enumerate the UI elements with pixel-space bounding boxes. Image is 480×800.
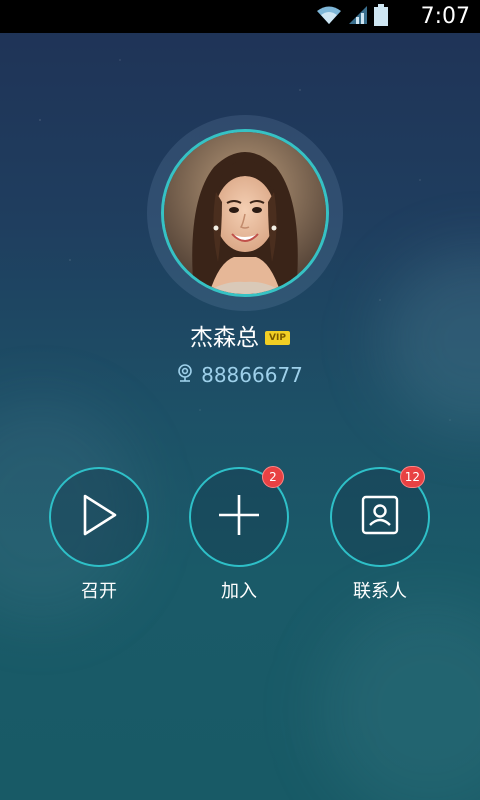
- contacts-notification-badge: 12: [399, 466, 425, 488]
- battery-icon: [374, 4, 388, 30]
- profile-id-number: 88866677: [201, 363, 303, 387]
- join-meeting-label: 加入: [221, 581, 257, 602]
- profile-id-row: 88866677: [0, 362, 480, 388]
- app-screen: 7:07 杰森总 VIP 88866677 召开 2 加入 12 联系人: [0, 0, 480, 800]
- profile-name: 杰森总: [190, 325, 260, 351]
- join-meeting-button[interactable]: 2: [189, 466, 289, 567]
- background-glow: [320, 600, 480, 800]
- status-bar: 7:07: [0, 0, 480, 33]
- plus-icon: [217, 493, 261, 541]
- status-time: 7:07: [420, 4, 470, 29]
- start-meeting-button[interactable]: [49, 467, 149, 567]
- profile-name-row: 杰森总 VIP: [0, 322, 480, 354]
- status-icons: [316, 4, 388, 30]
- avatar-ring: [147, 115, 343, 311]
- wifi-icon: [316, 5, 342, 29]
- start-meeting-label: 召开: [81, 581, 117, 602]
- signal-icon: [348, 5, 368, 29]
- contact-card-icon: [360, 495, 400, 539]
- avatar[interactable]: [161, 129, 329, 297]
- vip-badge: VIP: [265, 331, 290, 345]
- join-notification-badge: 2: [262, 466, 284, 488]
- contacts-label: 联系人: [353, 581, 407, 602]
- play-icon: [79, 493, 119, 541]
- contacts-button[interactable]: 12: [330, 466, 430, 567]
- webcam-icon: [177, 364, 193, 386]
